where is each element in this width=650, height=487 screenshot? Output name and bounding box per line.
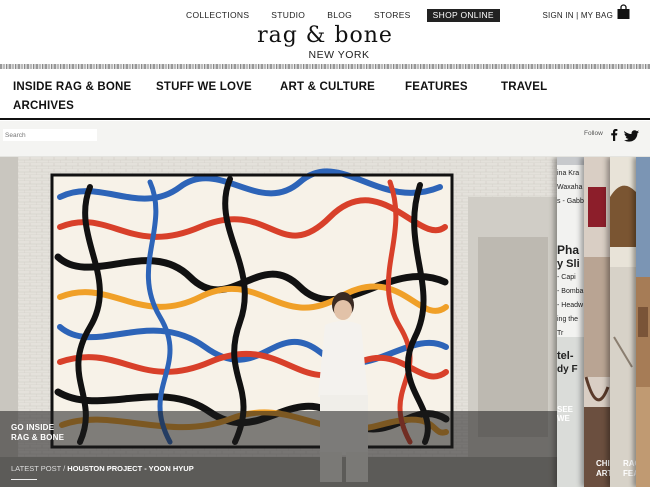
- facebook-icon[interactable]: [610, 128, 618, 141]
- nav-features[interactable]: FEATURES: [405, 80, 501, 94]
- section-nav-row: INSIDE RAG & BONE STUFF WE LOVE ART & CU…: [13, 80, 547, 94]
- latest-post[interactable]: LATEST POST / HOUSTON PROJECT - YOON HYU…: [11, 464, 194, 474]
- carousel-slide-person[interactable]: RAG FEA: [610, 157, 636, 487]
- top-nav: COLLECTIONS STUDIO BLOG STORES SHOP ONLI…: [0, 4, 650, 24]
- header-divider: [0, 64, 650, 69]
- nav-stores-link[interactable]: STORES: [368, 9, 417, 22]
- carousel-slide-art[interactable]: CHI ART: [584, 157, 610, 487]
- go-inside-line2: RAG & BONE: [11, 433, 65, 442]
- account-area: SIGN IN | MY BAG: [543, 4, 630, 24]
- latest-post-label: LATEST POST /: [11, 464, 66, 473]
- nav-art-culture[interactable]: ART & CULTURE: [280, 80, 405, 94]
- twitter-icon[interactable]: [623, 129, 639, 142]
- brand-logo[interactable]: rag & bone NEW YORK: [0, 24, 650, 62]
- slide3-caption: CHI ART: [596, 459, 610, 478]
- section-nav-row: ARCHIVES: [13, 99, 74, 113]
- logo-name: rag & bone: [257, 23, 393, 48]
- caption-underline: [11, 479, 37, 480]
- hero-caption[interactable]: GO INSIDE RAG & BONE LATEST POST / HOUST…: [0, 411, 557, 487]
- nav-blog-link[interactable]: BLOG: [321, 9, 358, 22]
- section-nav: INSIDE RAG & BONE STUFF WE LOVE ART & CU…: [0, 71, 650, 120]
- logo-city: NEW YORK: [308, 49, 370, 61]
- slide2-caption: SEE WE: [557, 405, 574, 423]
- carousel-slide-magazine[interactable]: SEE WE ina Kra Waxaha s - Gabb Pha y Sli…: [557, 157, 584, 487]
- shopping-bag-icon[interactable]: [617, 4, 630, 19]
- sign-in-my-bag-link[interactable]: SIGN IN | MY BAG: [543, 9, 613, 22]
- search-bar: Follow: [0, 121, 650, 157]
- nav-inside-rag-bone[interactable]: INSIDE RAG & BONE: [13, 80, 156, 94]
- follow-label: Follow: [584, 130, 603, 137]
- nav-studio-link[interactable]: STUDIO: [265, 9, 311, 22]
- slide-image: [636, 157, 650, 487]
- slide-image: [610, 157, 636, 487]
- nav-travel[interactable]: TRAVEL: [501, 80, 547, 94]
- search-input[interactable]: [3, 129, 97, 141]
- latest-post-title[interactable]: HOUSTON PROJECT - YOON HYUP: [67, 464, 193, 473]
- nav-archives[interactable]: ARCHIVES: [13, 99, 74, 113]
- hero-carousel[interactable]: SEE WE ina Kra Waxaha s - Gabb Pha y Sli…: [0, 157, 650, 487]
- section-nav-underline: [0, 118, 650, 120]
- top-nav-links: COLLECTIONS STUDIO BLOG STORES SHOP ONLI…: [180, 9, 510, 22]
- nav-stuff-we-love[interactable]: STUFF WE LOVE: [156, 80, 280, 94]
- nav-collections-link[interactable]: COLLECTIONS: [180, 9, 255, 22]
- slide4-caption: RAG FEA: [623, 459, 636, 478]
- nav-shop-online-link[interactable]: SHOP ONLINE: [426, 9, 500, 22]
- slide-image: [584, 157, 610, 487]
- slide-magazine-text: ina Kra Waxaha s - Gabb Pha y Sli - Capi…: [557, 170, 584, 375]
- carousel-slide-city[interactable]: [636, 157, 650, 487]
- go-inside-line1: GO INSIDE: [11, 423, 55, 432]
